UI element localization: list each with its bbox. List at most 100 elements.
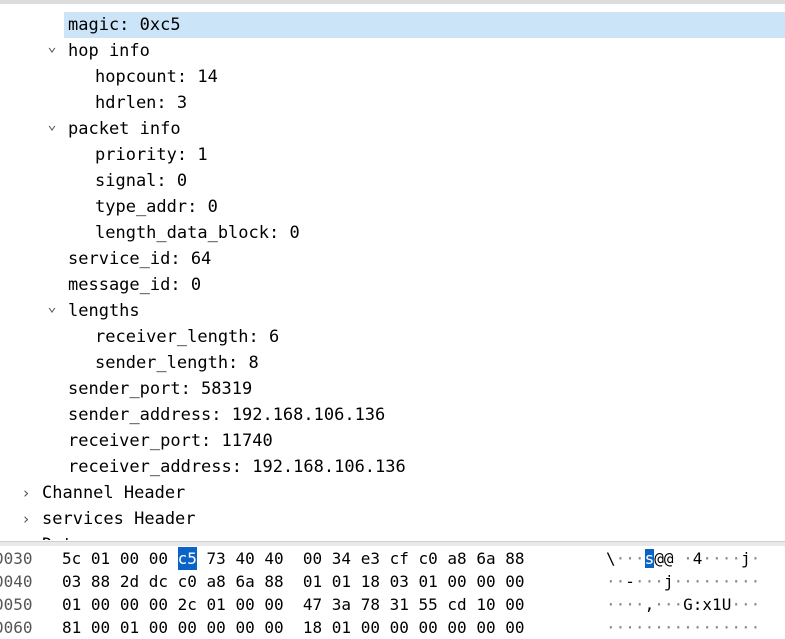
hex-byte[interactable]: a8: [207, 570, 226, 593]
hex-byte[interactable]: cf: [390, 547, 409, 570]
hex-byte[interactable]: 00: [120, 547, 139, 570]
hex-byte[interactable]: 78: [361, 593, 380, 616]
hex-byte[interactable]: 01: [303, 570, 322, 593]
hex-byte[interactable]: 47: [303, 593, 322, 616]
hex-byte[interactable]: 03: [62, 570, 81, 593]
tree-row[interactable]: sender_address: 192.168.106.136: [0, 402, 785, 428]
hex-byte[interactable]: 34: [332, 547, 351, 570]
hex-byte[interactable]: 03: [390, 570, 409, 593]
tree-row[interactable]: signal: 0: [0, 168, 785, 194]
hex-byte[interactable]: 55: [419, 593, 438, 616]
hex-byte[interactable]: 00: [207, 616, 226, 639]
hex-byte[interactable]: 01: [332, 616, 351, 639]
hex-byte[interactable]: 88: [264, 570, 283, 593]
hex-bytes[interactable]: 03 88 2d dc c0 a8 6a 88 01 01 18 03 01 0…: [62, 570, 524, 593]
tree-row[interactable]: magic: 0xc5: [0, 12, 785, 38]
tree-row[interactable]: ⌄ packet info: [0, 115, 785, 142]
packet-details-tree[interactable]: magic: 0xc5 ⌄ hop info hopcount: 14 hdrlen: …: [0, 0, 785, 540]
chevron-right-icon[interactable]: ›: [18, 480, 34, 506]
hex-row[interactable]: 0040 03 88 2d dc c0 a8 6a 88 01 01 18 03 …: [0, 570, 785, 593]
hex-byte[interactable]: c5: [177, 547, 197, 570]
hex-byte[interactable]: 10: [476, 593, 495, 616]
tree-row[interactable]: › Data: [0, 532, 785, 540]
hex-byte[interactable]: 40: [235, 547, 254, 570]
hex-byte[interactable]: 01: [419, 570, 438, 593]
hex-byte[interactable]: 40: [264, 547, 283, 570]
tree-row[interactable]: message_id: 0: [0, 272, 785, 298]
hex-byte[interactable]: 01: [91, 547, 110, 570]
tree-row[interactable]: receiver_length: 6: [0, 324, 785, 350]
hex-ascii[interactable]: ··-···j·········: [606, 570, 760, 593]
hex-bytes[interactable]: 81 00 01 00 00 00 00 00 18 01 00 00 00 0…: [62, 616, 524, 639]
hex-byte[interactable]: 00: [303, 547, 322, 570]
hex-byte[interactable]: 00: [505, 616, 524, 639]
hex-byte[interactable]: 00: [390, 616, 409, 639]
hex-byte[interactable]: 00: [120, 593, 139, 616]
hex-byte[interactable]: dc: [149, 570, 168, 593]
tree-row[interactable]: sender_length: 8: [0, 350, 785, 376]
hex-byte[interactable]: c0: [419, 547, 438, 570]
hex-byte[interactable]: 73: [207, 547, 226, 570]
hex-byte[interactable]: 00: [264, 593, 283, 616]
hex-byte[interactable]: e3: [361, 547, 380, 570]
hex-byte[interactable]: 18: [303, 616, 322, 639]
hex-byte[interactable]: 00: [149, 593, 168, 616]
hex-byte[interactable]: 01: [62, 593, 81, 616]
tree-row[interactable]: ⌄ hop info: [0, 37, 785, 64]
hex-byte[interactable]: 31: [390, 593, 409, 616]
hex-byte[interactable]: 01: [120, 616, 139, 639]
hex-byte[interactable]: 00: [505, 570, 524, 593]
tree-row[interactable]: hopcount: 14: [0, 64, 785, 90]
hex-row[interactable]: 0060 81 00 01 00 00 00 00 00 18 01 00 00 …: [0, 616, 785, 639]
chevron-right-icon[interactable]: ›: [18, 506, 34, 532]
hex-byte[interactable]: 00: [178, 616, 197, 639]
chevron-down-icon[interactable]: ⌄: [44, 33, 60, 59]
hex-ascii[interactable]: \···s@@ ·4····j·: [606, 547, 760, 570]
tree-row[interactable]: service_id: 64: [0, 246, 785, 272]
hex-byte[interactable]: 00: [361, 616, 380, 639]
hex-byte[interactable]: 00: [447, 616, 466, 639]
hex-byte[interactable]: 6a: [235, 570, 254, 593]
tree-row[interactable]: receiver_port: 11740: [0, 428, 785, 454]
hex-byte[interactable]: 00: [235, 616, 254, 639]
hex-ascii[interactable]: ····,···G:x1U···: [606, 593, 760, 616]
hex-byte[interactable]: 00: [419, 616, 438, 639]
tree-row[interactable]: type_addr: 0: [0, 194, 785, 220]
hex-byte[interactable]: 6a: [476, 547, 495, 570]
hex-byte[interactable]: 00: [476, 616, 495, 639]
chevron-right-icon[interactable]: ›: [18, 532, 34, 540]
tree-row[interactable]: › services Header: [0, 506, 785, 532]
hex-byte[interactable]: 18: [361, 570, 380, 593]
tree-row[interactable]: length_data_block: 0: [0, 220, 785, 246]
packet-bytes-pane[interactable]: 0030 5c 01 00 00 c5 73 40 40 00 34 e3 cf …: [0, 546, 785, 639]
hex-byte[interactable]: 2c: [178, 593, 197, 616]
tree-row[interactable]: receiver_address: 192.168.106.136: [0, 454, 785, 480]
hex-byte[interactable]: 2d: [120, 570, 139, 593]
hex-byte[interactable]: a8: [447, 547, 466, 570]
hex-ascii[interactable]: ················: [606, 616, 760, 639]
chevron-down-icon[interactable]: ⌄: [44, 111, 60, 137]
hex-byte[interactable]: 5c: [62, 547, 81, 570]
hex-byte[interactable]: 00: [505, 593, 524, 616]
hex-byte[interactable]: 3a: [332, 593, 351, 616]
tree-row[interactable]: hdrlen: 3: [0, 90, 785, 116]
hex-byte[interactable]: 81: [62, 616, 81, 639]
hex-byte[interactable]: 00: [149, 616, 168, 639]
hex-byte[interactable]: 00: [91, 616, 110, 639]
hex-byte[interactable]: 88: [505, 547, 524, 570]
hex-byte[interactable]: c0: [178, 570, 197, 593]
hex-byte[interactable]: 00: [447, 570, 466, 593]
hex-byte[interactable]: 00: [476, 570, 495, 593]
hex-byte[interactable]: 01: [332, 570, 351, 593]
tree-row[interactable]: ⌄ lengths: [0, 297, 785, 324]
hex-bytes[interactable]: 5c 01 00 00 c5 73 40 40 00 34 e3 cf c0 a…: [62, 547, 524, 570]
hex-bytes[interactable]: 01 00 00 00 2c 01 00 00 47 3a 78 31 55 c…: [62, 593, 524, 616]
tree-row[interactable]: sender_port: 58319: [0, 376, 785, 402]
hex-byte[interactable]: 01: [207, 593, 226, 616]
hex-row[interactable]: 0050 01 00 00 00 2c 01 00 00 47 3a 78 31 …: [0, 593, 785, 616]
hex-byte[interactable]: 00: [235, 593, 254, 616]
hex-byte[interactable]: cd: [447, 593, 466, 616]
tree-row[interactable]: › Channel Header: [0, 480, 785, 506]
hex-byte[interactable]: 00: [91, 593, 110, 616]
tree-row[interactable]: priority: 1: [0, 142, 785, 168]
